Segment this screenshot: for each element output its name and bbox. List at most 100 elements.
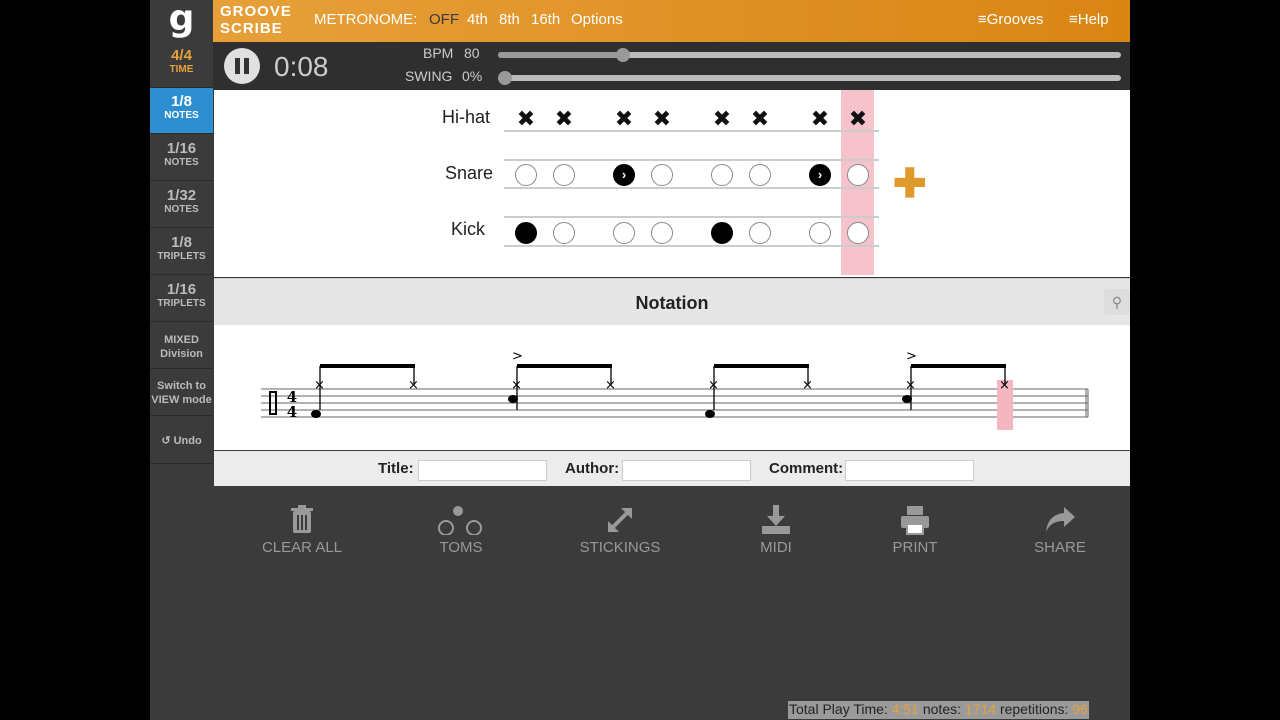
toms-button[interactable]: TOMS — [401, 505, 521, 556]
swing-slider-handle[interactable] — [498, 71, 512, 85]
hihat-note-1[interactable]: ✖ — [515, 107, 537, 132]
share-arrow-icon — [1000, 505, 1120, 535]
author-field[interactable] — [622, 460, 751, 481]
bpm-value: 80 — [464, 45, 480, 61]
division-label: NOTES — [164, 204, 199, 215]
kick-note-4[interactable] — [651, 222, 673, 244]
printer-icon — [855, 505, 975, 535]
expand-arrows-icon — [560, 505, 680, 535]
eighth-notes-button[interactable]: 1/8 NOTES — [150, 88, 213, 134]
hihat-note-3[interactable]: ✖ — [613, 107, 635, 132]
sixteenth-triplets-button[interactable]: 1/16 TRIPLETS — [150, 276, 213, 322]
hihat-x-note-1: × — [314, 378, 325, 393]
kick-note-1[interactable] — [515, 222, 537, 244]
snare-row-label[interactable]: Snare — [445, 163, 493, 184]
help-menu-button[interactable]: ≡Help — [1069, 11, 1109, 28]
bpm-slider[interactable] — [498, 48, 1121, 62]
time-signature-label: TIME — [169, 64, 194, 75]
kick-note-8[interactable] — [847, 222, 869, 244]
division-fraction: 1/16 — [166, 140, 197, 157]
beam-3 — [714, 364, 809, 368]
metronome-off-option[interactable]: OFF — [429, 11, 459, 28]
kick-note-6[interactable] — [749, 222, 771, 244]
notehead-1 — [311, 410, 321, 418]
brand-name-line1: GROOVE — [220, 3, 292, 20]
division-label: TRIPLETS — [157, 251, 206, 262]
grooves-menu-button[interactable]: ≡Grooves — [978, 11, 1043, 28]
staff-lines — [261, 388, 1089, 418]
groove-metadata-bar: Title: Author: Comment: — [214, 451, 1130, 486]
comment-label: Comment: — [769, 460, 844, 477]
hihat-note-8[interactable]: ✖ — [847, 107, 869, 132]
division-label: TRIPLETS — [157, 298, 206, 309]
swing-slider[interactable] — [498, 71, 1121, 85]
hihat-note-5[interactable]: ✖ — [711, 107, 733, 132]
snare-note-6[interactable] — [749, 164, 771, 186]
division-label: NOTES — [164, 157, 199, 168]
hihat-note-6[interactable]: ✖ — [749, 107, 771, 132]
hihat-note-2[interactable]: ✖ — [553, 107, 575, 132]
print-button[interactable]: PRINT — [855, 505, 975, 556]
time-sig-bottom: 4 — [287, 403, 297, 421]
groove-scribe-logo[interactable]: g — [150, 0, 213, 42]
toms-label: TOMS — [439, 539, 483, 556]
drum-grid: Hi-hat Snare Kick ✖ ✖ ✖ ✖ ✖ ✖ ✖ ✖ › › ✚ — [214, 90, 1130, 277]
notation-beats: × × × > × × × × > × — [311, 349, 1010, 418]
notehead-5 — [705, 410, 715, 418]
hihat-x-note-7: × — [905, 378, 916, 393]
snare-note-4[interactable] — [651, 164, 673, 186]
time-signature-fraction: 4/4 — [171, 47, 192, 64]
kick-note-7[interactable] — [809, 222, 831, 244]
eighth-triplets-button[interactable]: 1/8 TRIPLETS — [150, 229, 213, 275]
hihat-row-label[interactable]: Hi-hat — [442, 107, 490, 128]
repetitions-label: repetitions: — [999, 701, 1069, 717]
hihat-note-7[interactable]: ✖ — [809, 107, 831, 132]
hihat-x-note-2: × — [408, 378, 419, 393]
mixed-division-button[interactable]: MIXED Division — [150, 323, 213, 369]
metronome-4th-option[interactable]: 4th — [467, 11, 488, 28]
midi-button[interactable]: MIDI — [716, 505, 836, 556]
snare-note-8[interactable] — [847, 164, 869, 186]
hihat-note-4[interactable]: ✖ — [651, 107, 673, 132]
mixed-division-line1: MIXED — [164, 334, 199, 346]
add-instrument-plus-icon[interactable]: ✚ — [893, 164, 927, 204]
snare-note-3[interactable]: › — [613, 164, 635, 186]
snare-note-1[interactable] — [515, 164, 537, 186]
bpm-slider-handle[interactable] — [615, 48, 630, 62]
swing-label: SWING — [405, 68, 453, 84]
total-play-time-label: Total Play Time: — [789, 701, 888, 717]
title-label: Title: — [378, 460, 414, 477]
kick-note-3[interactable] — [613, 222, 635, 244]
bottom-toolbar: CLEAR ALL TOMS STICKINGS MIDI PRINT SHAR… — [214, 487, 1130, 720]
kick-note-2[interactable] — [553, 222, 575, 244]
kick-note-5[interactable] — [711, 222, 733, 244]
hihat-x-note-5: × — [708, 378, 719, 393]
clear-all-button[interactable]: CLEAR ALL — [242, 505, 362, 556]
division-fraction: 1/8 — [171, 93, 192, 110]
title-field[interactable] — [418, 460, 547, 481]
metronome-8th-option[interactable]: 8th — [499, 11, 520, 28]
pause-button[interactable] — [224, 48, 260, 84]
player-row: 0:08 BPM 80 SWING 0% — [213, 42, 1130, 90]
stickings-button[interactable]: STICKINGS — [560, 505, 680, 556]
notehead-7 — [902, 395, 912, 403]
share-button[interactable]: SHARE — [1000, 505, 1120, 556]
metronome-options-link[interactable]: Options — [571, 11, 623, 28]
stickings-label: STICKINGS — [579, 539, 661, 556]
metronome-16th-option[interactable]: 16th — [531, 11, 560, 28]
notation-zoom-icon[interactable]: ⚲ — [1104, 289, 1130, 315]
thirtysecond-notes-button[interactable]: 1/32 NOTES — [150, 182, 213, 228]
time-signature-button[interactable]: 4/4 TIME — [150, 42, 213, 88]
notes-count-label: notes: — [922, 701, 961, 717]
notation-title: Notation — [635, 293, 709, 313]
switch-view-mode-button[interactable]: Switch to VIEW mode — [150, 369, 213, 416]
hihat-x-note-3: × — [511, 378, 522, 393]
sixteenth-notes-button[interactable]: 1/16 NOTES — [150, 135, 213, 181]
snare-note-7[interactable]: › — [809, 164, 831, 186]
undo-button[interactable]: ↺ Undo — [150, 417, 213, 464]
snare-note-5[interactable] — [711, 164, 733, 186]
snare-note-2[interactable] — [553, 164, 575, 186]
comment-field[interactable] — [845, 460, 974, 481]
kick-row-label[interactable]: Kick — [451, 219, 485, 240]
download-icon — [716, 505, 836, 535]
